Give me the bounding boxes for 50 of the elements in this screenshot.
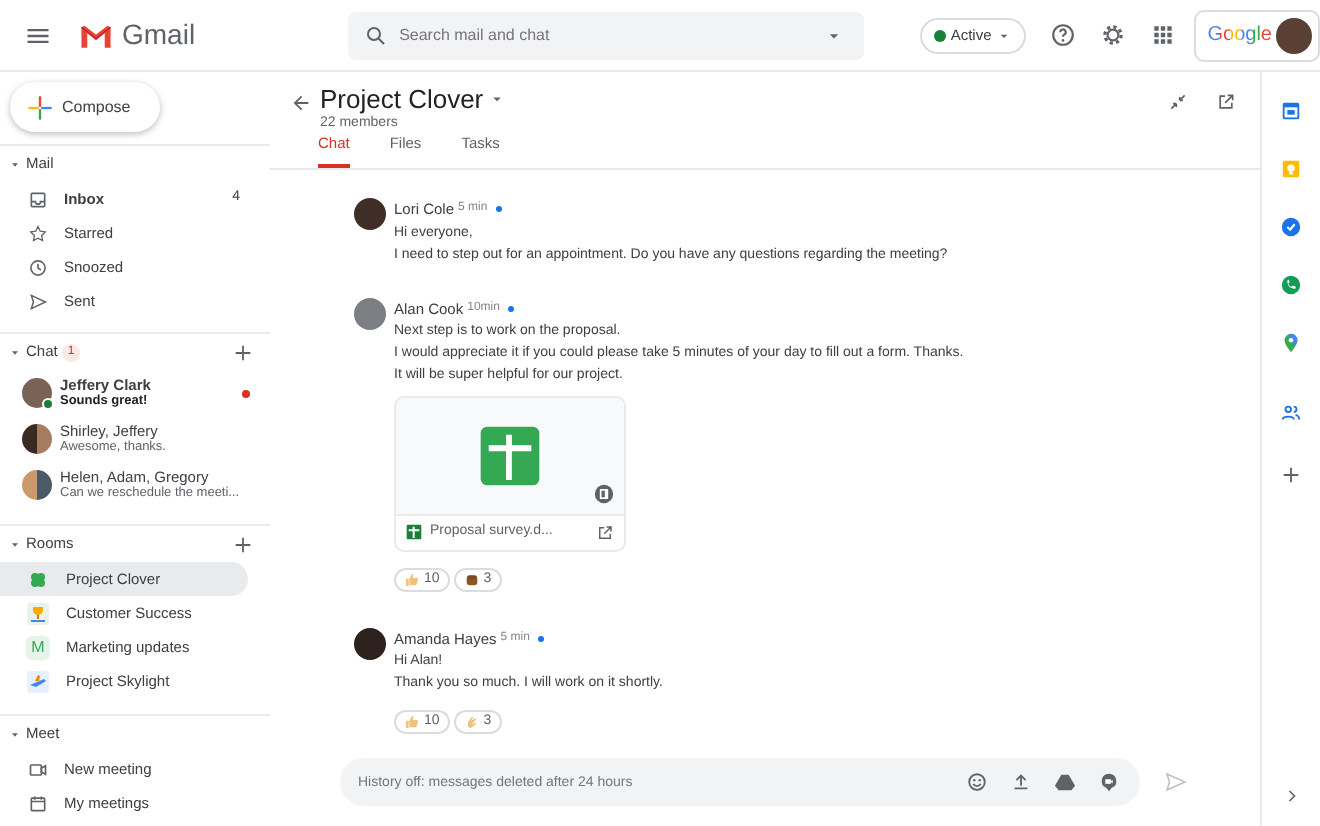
star-icon [28, 223, 48, 243]
clapping-hands-icon [463, 714, 480, 730]
app-name: Gmail [122, 16, 196, 54]
avatar [1276, 17, 1312, 53]
thumbs-up-icon [404, 571, 420, 588]
minimize-icon[interactable] [1168, 92, 1188, 112]
clock-icon [28, 257, 48, 277]
fist-icon [463, 571, 480, 588]
people-icon[interactable] [1280, 402, 1302, 424]
search-icon[interactable] [363, 23, 388, 47]
add-icon[interactable] [1280, 464, 1302, 486]
brand-logo-text: Google [1207, 20, 1272, 50]
help-icon[interactable] [1049, 22, 1076, 48]
spreadsheet-icon [478, 423, 542, 488]
settings-icon[interactable] [1099, 22, 1126, 48]
add-icon[interactable] [232, 341, 254, 363]
unread-dot [242, 389, 250, 397]
apps-grid-icon[interactable] [1149, 22, 1176, 48]
video-icon [28, 759, 48, 779]
trophy-icon [26, 601, 50, 625]
plus-icon [26, 93, 54, 121]
phone-icon[interactable] [1280, 274, 1302, 296]
room-title-dropdown[interactable]: Project Clover [320, 84, 506, 114]
calendar-icon [28, 793, 48, 813]
open-in-new-window-icon[interactable] [1216, 92, 1236, 112]
video-call-icon[interactable] [1098, 771, 1120, 793]
emoji-icon[interactable] [966, 771, 988, 793]
avatar [22, 424, 52, 454]
inbox-icon [28, 189, 48, 209]
clover-icon [26, 567, 50, 591]
calendar-icon[interactable] [1280, 100, 1302, 122]
spreadsheet-icon [406, 524, 422, 541]
avatar [354, 627, 386, 660]
avatar [354, 198, 386, 231]
open-in-new-window-icon[interactable] [596, 523, 614, 542]
check-circle-icon[interactable] [1280, 216, 1302, 238]
account-switcher[interactable]: Google [1193, 9, 1320, 61]
file-badge-icon [594, 483, 614, 504]
avatar [354, 297, 386, 329]
thumbs-up-icon [404, 714, 420, 730]
map-pin-icon[interactable] [1280, 332, 1302, 354]
room-initial: M [26, 635, 50, 659]
search-field[interactable]: Search mail and chat [347, 11, 865, 59]
compose-button[interactable]: Compose [10, 82, 160, 132]
send-icon [28, 291, 48, 311]
back-arrow-icon[interactable] [290, 92, 312, 114]
avatar [22, 470, 52, 500]
airplane-icon [26, 669, 50, 693]
upload-icon[interactable] [1010, 771, 1032, 793]
add-icon[interactable] [232, 533, 254, 555]
